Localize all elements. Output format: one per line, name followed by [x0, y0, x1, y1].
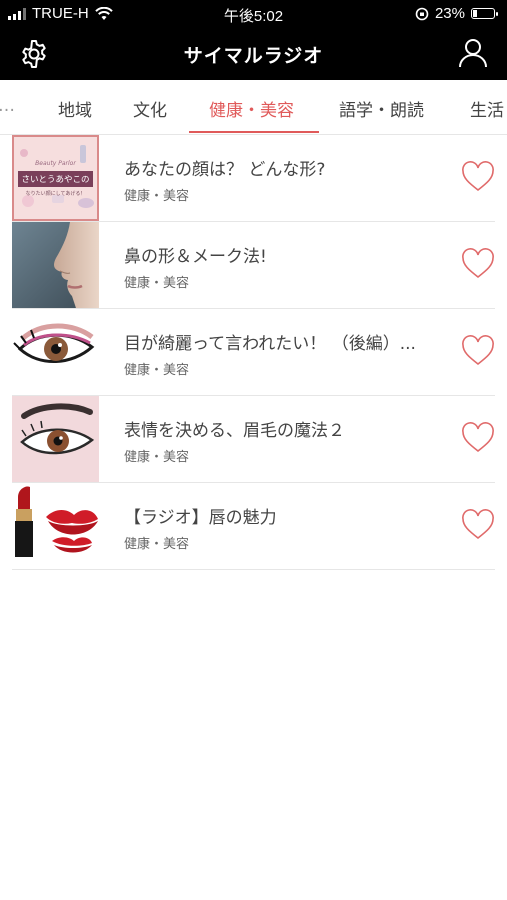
program-title: 鼻の形＆メーク法!: [124, 247, 267, 267]
thumbnail-nose: [12, 222, 99, 308]
lipstick-art: [12, 483, 99, 569]
thumbnail-beauty-parlor: Beauty Parlor さいとうあやこの なりたい顔にしてあげる！: [12, 135, 99, 221]
program-title: 表情を決める、眉毛の魔法２: [124, 421, 345, 441]
tab-partial-left[interactable]: …: [0, 96, 15, 116]
list-item[interactable]: 表情を決める、眉毛の魔法２ 健康・美容: [12, 396, 495, 483]
program-category: 健康・美容: [124, 450, 190, 465]
heart-icon[interactable]: [461, 335, 495, 367]
program-list: Beauty Parlor さいとうあやこの なりたい顔にしてあげる！ あなたの…: [12, 135, 495, 570]
active-tab-indicator: [189, 131, 319, 133]
heart-icon[interactable]: [461, 422, 495, 454]
tab-health-beauty[interactable]: 健康・美容: [209, 96, 294, 121]
battery-fill: [473, 10, 477, 17]
program-title: 目が綺麗って言われたい！ （後編）...: [124, 334, 416, 354]
thumbnail-eye-makeup: [12, 309, 99, 395]
tab-region[interactable]: 地域: [58, 96, 92, 121]
thumbnail-eyebrow: [12, 396, 99, 482]
user-icon[interactable]: [457, 37, 489, 69]
page-title: サイマルラジオ: [183, 45, 324, 67]
heart-icon[interactable]: [461, 161, 495, 193]
battery-percent: 23%: [434, 5, 465, 22]
eyebrow-art: [12, 396, 99, 482]
status-right: 23%: [415, 5, 498, 22]
program-category: 健康・美容: [124, 363, 190, 378]
tab-culture[interactable]: 文化: [133, 96, 167, 121]
list-item[interactable]: 【ラジオ】唇の魅力 健康・美容: [12, 483, 495, 570]
program-category: 健康・美容: [124, 537, 190, 552]
thumb-title: さいとうあやこの: [21, 175, 89, 185]
program-category: 健康・美容: [124, 189, 190, 204]
thumb-subtitle: なりたい顔にしてあげる！: [26, 190, 86, 197]
thumb-brand: Beauty Parlor: [35, 160, 76, 167]
thumbnail-lipstick: [12, 483, 99, 569]
list-item[interactable]: 目が綺麗って言われたい！ （後編）... 健康・美容: [12, 309, 495, 396]
tab-life[interactable]: 生活: [470, 96, 504, 121]
heart-icon[interactable]: [461, 248, 495, 280]
program-category: 健康・美容: [124, 276, 190, 291]
eye-makeup-art: [12, 309, 99, 395]
battery-icon: [471, 8, 498, 19]
app-header: サイマルラジオ: [0, 28, 507, 80]
program-title: あなたの顔は？ どんな形?: [124, 160, 326, 180]
category-tabs: … 地域 文化 健康・美容 語学・朗読 生活: [0, 80, 507, 135]
orientation-lock-icon: [415, 7, 429, 20]
status-bar: TRUE-H 午後5:02 23%: [0, 0, 507, 28]
list-item[interactable]: 鼻の形＆メーク法! 健康・美容: [12, 222, 495, 309]
beauty-parlor-art: Beauty Parlor さいとうあやこの なりたい顔にしてあげる！: [12, 135, 99, 221]
program-title: 【ラジオ】唇の魅力: [124, 508, 277, 528]
heart-icon[interactable]: [461, 509, 495, 541]
tab-language-reading[interactable]: 語学・朗読: [339, 96, 424, 121]
nose-photo-art: [12, 222, 99, 308]
list-item[interactable]: Beauty Parlor さいとうあやこの なりたい顔にしてあげる！ あなたの…: [12, 135, 495, 222]
